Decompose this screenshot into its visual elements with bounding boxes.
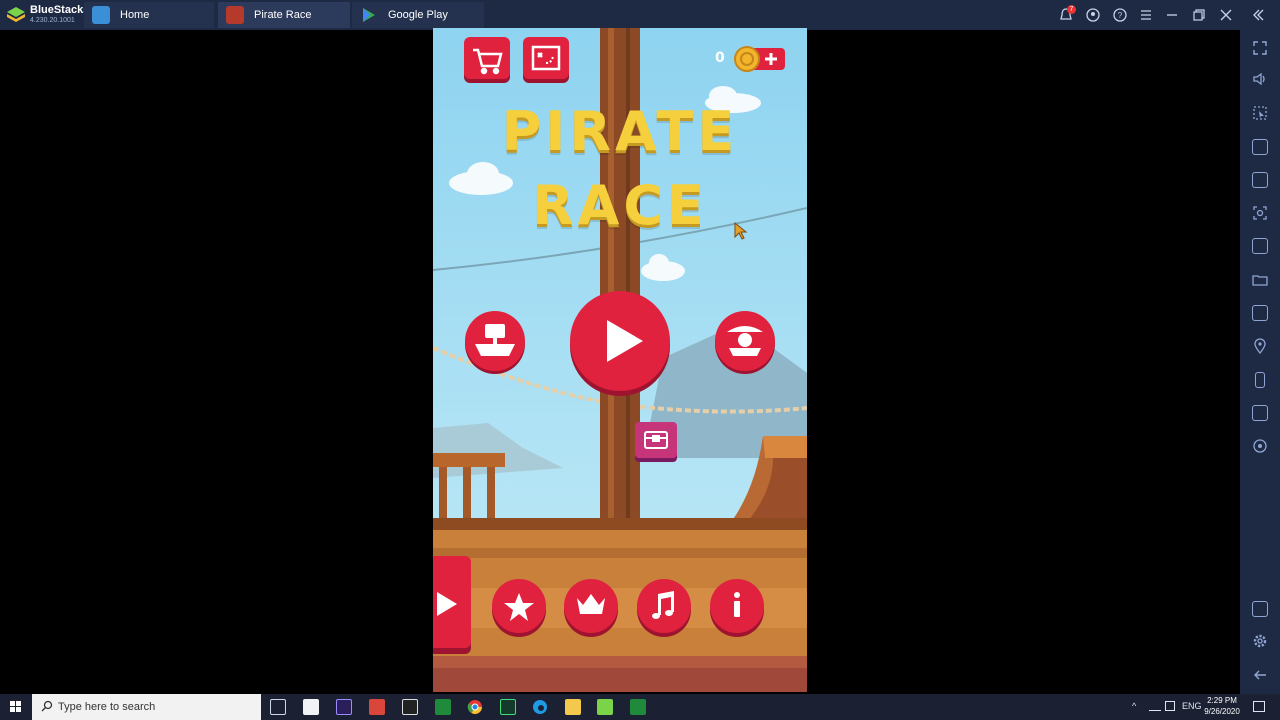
tab-pirate-race[interactable]: Pirate Race — [218, 2, 350, 28]
game-title-line1: PIRATE — [501, 100, 739, 163]
folder-icon[interactable] — [1252, 272, 1268, 288]
app-icon[interactable] — [369, 699, 385, 715]
rate-button[interactable] — [489, 578, 549, 638]
help-icon[interactable]: ? — [1112, 7, 1128, 23]
wifi-icon[interactable] — [1149, 701, 1161, 711]
tab-label: Google Play — [388, 9, 448, 21]
app-title-bar: BlueStacks 4.230.20.1001 Home Pirate Rac… — [0, 0, 1280, 30]
close-icon[interactable] — [1218, 7, 1234, 23]
music-button[interactable] — [634, 578, 694, 638]
task-view-icon[interactable] — [270, 699, 286, 715]
notepad-icon[interactable] — [303, 699, 319, 715]
windows-taskbar: Type here to search ^ ENG 2:29 PM 9/26/2… — [0, 694, 1280, 720]
game-title-line2: RACE — [532, 174, 708, 237]
restore-icon[interactable] — [1191, 7, 1207, 23]
info-icon — [734, 592, 740, 617]
shop-button[interactable] — [463, 36, 511, 84]
bluestacks-sidebar — [1240, 30, 1280, 694]
keyboard-icon[interactable] — [1252, 139, 1268, 155]
game-icon — [226, 6, 244, 24]
tab-label: Pirate Race — [254, 9, 312, 21]
multi-instance-icon[interactable] — [1252, 305, 1268, 321]
map-button[interactable] — [522, 36, 570, 84]
bluestacks-taskbar-icon[interactable] — [597, 699, 613, 715]
bluestacks-logo-icon — [7, 7, 25, 22]
settings-icon[interactable] — [1252, 633, 1268, 649]
pirate-ship-button[interactable] — [713, 310, 777, 376]
brand-name: BlueStacks — [30, 4, 90, 16]
home-icon — [92, 6, 110, 24]
selection-icon[interactable] — [1252, 105, 1268, 121]
account-icon[interactable] — [1085, 7, 1101, 23]
tray-chevron-icon[interactable]: ^ — [1132, 701, 1136, 711]
mouse-cursor-icon — [734, 222, 748, 240]
notification-badge: 7 — [1067, 5, 1076, 14]
svg-text:?: ? — [1118, 11, 1123, 20]
bluestacks-brand: BlueStacks 4.230.20.1001 — [4, 2, 89, 28]
video-icon[interactable] — [1252, 238, 1268, 254]
taskbar-search[interactable]: Type here to search — [32, 694, 261, 720]
screen-record-icon[interactable] — [1252, 172, 1268, 188]
fullscreen-icon[interactable] — [1252, 40, 1268, 56]
audition-icon[interactable] — [500, 699, 516, 715]
app-icon[interactable] — [402, 699, 418, 715]
video-play-button[interactable] — [433, 556, 473, 656]
back-icon[interactable] — [1252, 667, 1268, 683]
menu-icon[interactable] — [1138, 7, 1154, 23]
screenshot-icon[interactable] — [1252, 205, 1268, 221]
action-center-icon[interactable] — [1253, 701, 1265, 712]
after-effects-icon[interactable] — [336, 699, 352, 715]
volume-icon[interactable] — [1252, 71, 1268, 87]
clock-date: 9/26/2020 — [1204, 707, 1240, 716]
tab-home[interactable]: Home — [84, 2, 214, 28]
clock-time: 2:29 PM — [1207, 696, 1237, 705]
rotate-icon[interactable] — [1255, 372, 1265, 388]
info-button[interactable] — [707, 578, 767, 638]
treasure-chest-button[interactable] — [633, 420, 679, 464]
volume-tray-icon[interactable] — [1165, 701, 1175, 711]
search-placeholder: Type here to search — [58, 701, 156, 713]
location-icon[interactable] — [1252, 338, 1268, 354]
leaderboard-button[interactable] — [561, 578, 621, 638]
tab-google-play[interactable]: Google Play — [352, 2, 484, 28]
coin-balance[interactable] — [733, 44, 787, 74]
gamepad-icon[interactable] — [1252, 438, 1268, 454]
ship-button[interactable] — [463, 310, 527, 376]
game-viewport[interactable]: PIRATE RACE 0 — [433, 28, 807, 692]
camtasia-recorder-icon[interactable] — [630, 699, 646, 715]
edge-icon[interactable] — [532, 699, 548, 715]
search-icon — [41, 700, 53, 712]
play-store-icon — [363, 8, 375, 22]
collapse-sidebar-icon[interactable] — [1250, 7, 1266, 23]
camtasia-icon[interactable] — [435, 699, 451, 715]
file-explorer-icon[interactable] — [565, 699, 581, 715]
taskbar-clock[interactable]: 2:29 PM 9/26/2020 — [1198, 695, 1246, 717]
windows-start-icon[interactable] — [0, 694, 32, 720]
macro-icon[interactable] — [1252, 405, 1268, 421]
chrome-icon[interactable] — [467, 699, 483, 715]
minimize-icon[interactable] — [1164, 7, 1180, 23]
help-icon[interactable] — [1252, 601, 1268, 617]
tab-label: Home — [120, 9, 150, 21]
brand-version: 4.230.20.1001 — [30, 17, 75, 24]
play-button[interactable] — [567, 290, 673, 398]
coin-count: 0 — [715, 50, 725, 66]
